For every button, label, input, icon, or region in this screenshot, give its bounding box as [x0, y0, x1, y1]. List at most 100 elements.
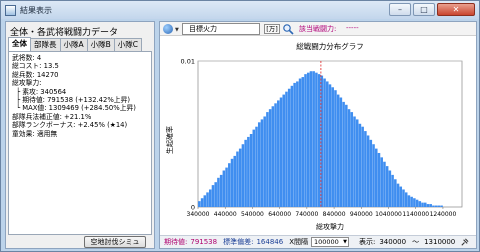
distribution-chart: 総戦闘力分布グラフ 00.01340000 440000 540000 640000 7… [165, 41, 463, 231]
interval-value: 100000 [313, 238, 339, 246]
histogram-bar [369, 139, 373, 207]
stats-tabs: 全体 部隊長 小隊A 小隊B 小隊C [8, 37, 143, 51]
pin-icon[interactable] [460, 238, 469, 247]
status-bar: 期待値: 791538 標準偏差: 164846 X間隔 100000 ▼ 表示… [160, 235, 476, 248]
histogram-bar [236, 151, 239, 207]
target-power-value: ----- [346, 24, 359, 32]
search-icon[interactable] [282, 23, 294, 35]
chart-panel: ▼ 目標火力 [万] 該当戦闘力: ----- 総戦闘力分布グラフ 0 0.01 3… [159, 21, 477, 249]
histogram-bar [415, 199, 419, 207]
histogram-bar [421, 202, 424, 207]
globe-icon[interactable] [163, 24, 173, 34]
histogram-bar [347, 109, 351, 207]
histogram-bar [413, 198, 416, 207]
stat-total-attack: 総攻撃力: [12, 79, 42, 88]
display-range-label: 表示: [358, 238, 376, 246]
stats-panel: 全体・各武将戦闘力データ 全体 部隊長 小隊A 小隊B 小隊C 武将数: 4 総… [5, 21, 155, 249]
histogram-bar [257, 122, 261, 207]
tab-overall[interactable]: 全体 [8, 37, 31, 51]
histogram-bar [228, 163, 231, 207]
histogram-bar [391, 174, 394, 207]
histogram-bar [437, 205, 441, 207]
tab-unit-b[interactable]: 小隊B [86, 38, 115, 51]
tab-leader[interactable]: 部隊長 [30, 38, 61, 51]
histogram-bar [426, 204, 430, 207]
interval-label: X間隔 [289, 238, 308, 246]
histogram-bar [366, 135, 370, 207]
histogram-bar [350, 112, 354, 207]
tab-unit-c[interactable]: 小隊C [113, 38, 143, 51]
histogram-bar [358, 123, 362, 207]
chart-title: 総戦闘力分布グラフ [296, 41, 364, 51]
histogram-bar [206, 192, 209, 207]
histogram-bar [277, 100, 280, 207]
histogram-bar [263, 116, 266, 207]
histogram-bar [402, 189, 405, 207]
histogram-bar [282, 94, 285, 207]
histogram-bar [410, 196, 413, 207]
app-icon [5, 4, 16, 16]
histogram-bar [404, 192, 408, 207]
x-tick-label: 540000 [241, 211, 264, 218]
vacant-land-sim-button[interactable]: 空地討伐シミュ [84, 236, 146, 248]
histogram-bar [309, 71, 313, 207]
x-axis-label: 総攻撃力 [316, 222, 344, 231]
x-tick-label: 440000 [214, 211, 237, 218]
x-tick-label: 1040000 [375, 211, 402, 218]
histogram-bar [377, 152, 381, 207]
stat-total-troops: 総兵数: 14270 [12, 70, 59, 79]
histogram-bar [394, 179, 397, 207]
plot-area: 00.01340000 440000 540000 640000 740000 84000… [181, 58, 463, 218]
maximize-button[interactable]: □ [413, 3, 435, 16]
histogram-bar [375, 148, 378, 207]
histogram-bar [418, 201, 422, 207]
histogram-bar [255, 126, 258, 207]
histogram-bar [388, 170, 392, 207]
histogram-bar [296, 81, 299, 207]
tab-unit-a[interactable]: 小隊A [59, 38, 88, 51]
stat-total-cost: 総コスト: 13.5 [12, 62, 59, 71]
display-to-value[interactable]: 1310000 [424, 238, 455, 246]
interval-select[interactable]: 100000 ▼ [310, 237, 349, 247]
stat-max: └ MAX値: 1309469 (+284.50%上昇) [16, 104, 136, 113]
histogram-bar [383, 161, 386, 207]
chevron-down-icon: ▼ [343, 239, 347, 245]
histogram-bar [287, 88, 291, 207]
histogram-bar [353, 116, 356, 207]
histogram-bar [214, 182, 217, 207]
histogram-bar [429, 204, 432, 207]
range-separator: 〜 [412, 238, 420, 246]
histogram-bar [293, 82, 296, 207]
histogram-bar [434, 205, 438, 207]
histogram-bar [211, 185, 215, 207]
histogram-bar [238, 148, 242, 207]
histogram-bar [355, 119, 359, 207]
histogram-bar [423, 202, 427, 207]
histogram-bar [323, 78, 326, 207]
histogram-bar [266, 112, 269, 207]
histogram-bar [241, 144, 245, 207]
histogram-bar [233, 155, 237, 207]
target-firepower-field[interactable]: 目標火力 [182, 23, 260, 35]
histogram-bar [385, 166, 389, 207]
histogram-bar [364, 131, 367, 207]
unit-label: [万] [264, 24, 280, 34]
title-bar[interactable]: 結果表示 – □ ✕ [1, 1, 479, 19]
histogram-bar [301, 77, 305, 207]
histogram-bar [225, 167, 228, 207]
stats-list: 武将数: 4 総コスト: 13.5 総兵数: 14270 総攻撃力: ├ 素攻:… [8, 51, 152, 235]
x-tick-label: 1140000 [402, 211, 429, 218]
stat-rank-bonus: 部隊ランクボーナス: +2.45% (★14) [12, 121, 128, 130]
minimize-button[interactable]: – [389, 3, 411, 16]
expected-label: 期待値: [164, 238, 188, 246]
histogram-bar [260, 119, 264, 207]
chevron-down-icon[interactable]: ▼ [175, 27, 179, 33]
display-from-value[interactable]: 340000 [379, 238, 406, 246]
close-button[interactable]: ✕ [437, 3, 475, 16]
histogram-bar [380, 157, 383, 207]
histogram-bar [440, 205, 443, 207]
histogram-bar [298, 78, 302, 207]
histogram-bar [331, 87, 334, 207]
histogram-bar [396, 183, 400, 207]
x-tick-label: 640000 [268, 211, 291, 218]
